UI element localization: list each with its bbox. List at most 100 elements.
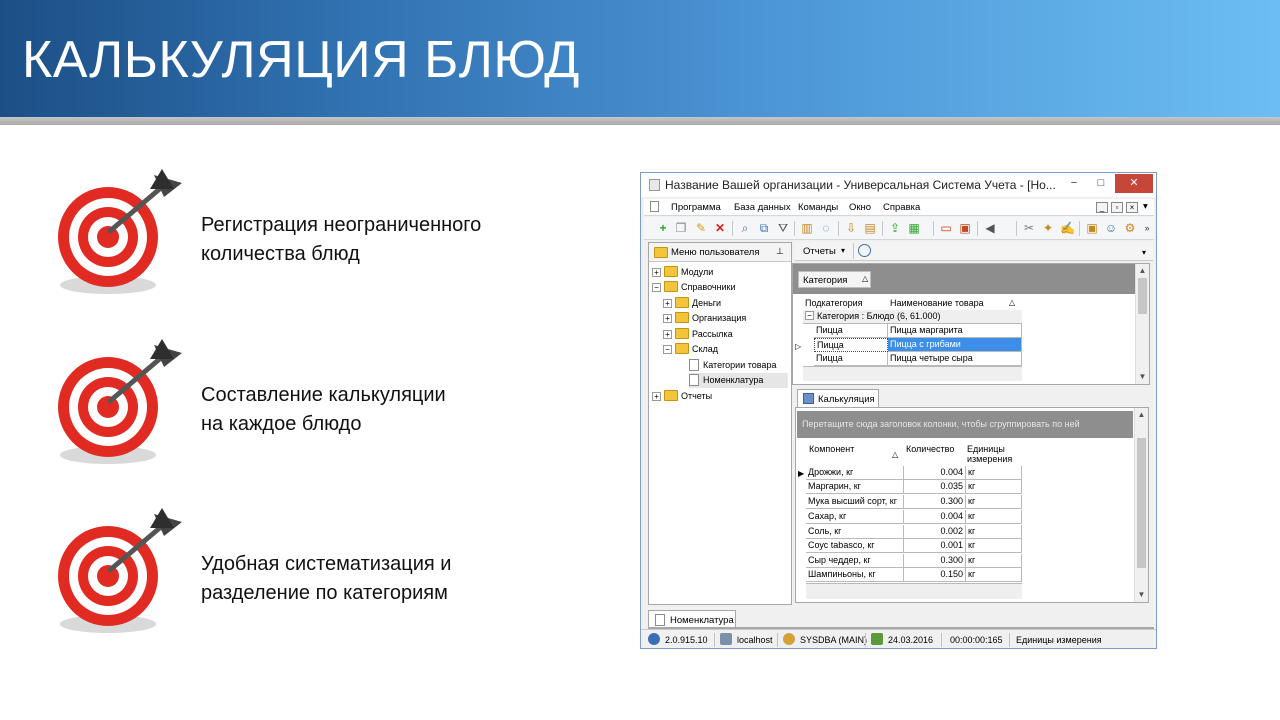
table-cell[interactable]: Маргарин, кг — [806, 480, 904, 494]
menu-help[interactable]: Справка — [883, 202, 920, 213]
chevron-down-icon[interactable]: ▾ — [841, 246, 845, 255]
reports-dropdown[interactable]: Отчеты — [803, 246, 836, 257]
tree-node-mailing[interactable]: + Рассылка — [663, 327, 788, 342]
column-header-subcategory[interactable]: Подкатегория — [805, 298, 863, 309]
table-cell[interactable]: 0.150 — [904, 568, 966, 582]
clock-icon[interactable] — [858, 244, 871, 257]
column-header-component[interactable]: Компонент — [809, 444, 854, 455]
filter-icon[interactable]: ⛛ — [776, 221, 790, 235]
add-icon[interactable]: + — [656, 221, 670, 235]
table-cell[interactable]: 0.002 — [904, 525, 966, 539]
mdi-restore-button[interactable]: ▫ — [1111, 202, 1123, 213]
expand-icon[interactable]: + — [663, 299, 672, 308]
comment-icon[interactable]: ◌ — [819, 221, 833, 235]
table-cell[interactable]: кг — [966, 510, 1022, 524]
tree-node-warehouse[interactable]: − Склад — [663, 342, 788, 357]
expand-icon[interactable]: + — [663, 314, 672, 323]
collapse-icon[interactable]: − — [652, 283, 661, 292]
scroll-up-icon[interactable]: ▲ — [1137, 410, 1146, 420]
collapse-icon[interactable]: − — [663, 345, 672, 354]
table-cell[interactable]: кг — [966, 539, 1022, 553]
table-cell[interactable]: 0.300 — [904, 495, 966, 509]
mdi-close-button[interactable]: × — [1126, 202, 1138, 213]
scroll-down-icon[interactable]: ▼ — [1138, 372, 1147, 382]
mdi-minimize-button[interactable]: _ — [1096, 202, 1108, 213]
window-list-icon[interactable]: ▣ — [958, 221, 972, 235]
tree-node-product-categories[interactable]: Категории товара — [689, 358, 788, 373]
tree-node-references[interactable]: − Справочники — [652, 280, 788, 295]
expand-icon[interactable]: + — [652, 268, 661, 277]
delete-icon[interactable]: ✕ — [713, 221, 727, 235]
pin-icon[interactable]: ⊥ — [776, 246, 784, 257]
table-cell[interactable]: кг — [966, 495, 1022, 509]
expand-icon[interactable]: + — [652, 392, 661, 401]
table-cell[interactable]: кг — [966, 466, 1022, 480]
table-cell[interactable]: 0.001 — [904, 539, 966, 553]
table-cell[interactable]: кг — [966, 568, 1022, 582]
column-header-units-line-2[interactable]: измерения — [967, 454, 1012, 465]
collapse-icon[interactable]: − — [805, 311, 814, 320]
table-cell[interactable]: кг — [966, 525, 1022, 539]
column-header-quantity[interactable]: Количество — [906, 444, 954, 455]
tree-node-organization[interactable]: + Организация — [663, 311, 788, 326]
table-cell[interactable]: Соус tabasco, кг — [806, 539, 904, 553]
table-cell[interactable]: Мука высший сорт, кг — [806, 495, 904, 509]
menu-database[interactable]: База данных — [734, 202, 791, 213]
tree-node-reports[interactable]: + Отчеты — [652, 389, 788, 404]
table-cell[interactable]: 0.004 — [904, 466, 966, 480]
tools-icon[interactable]: ✂ — [1022, 221, 1036, 235]
note-icon[interactable]: ✍ — [1060, 221, 1075, 235]
table-cell[interactable]: Сахар, кг — [806, 510, 904, 524]
scroll-down-icon[interactable]: ▼ — [1137, 590, 1146, 600]
table-cell[interactable]: 0.004 — [904, 510, 966, 524]
table-cell[interactable]: кг — [966, 554, 1022, 568]
panel-overflow-icon[interactable]: ▾ — [1142, 248, 1146, 257]
table-cell[interactable]: Пицца — [814, 324, 888, 338]
maximize-button[interactable]: □ — [1088, 174, 1114, 193]
tree-node-nomenclature[interactable]: Номенклатура — [689, 373, 788, 388]
users-icon[interactable]: ☺ — [1104, 221, 1118, 235]
copy-icon[interactable]: ❐ — [674, 221, 688, 235]
edit-icon[interactable]: ✎ — [694, 221, 708, 235]
tab-calculation[interactable]: Калькуляция — [797, 389, 879, 407]
search-icon[interactable]: ⌕ — [738, 221, 752, 235]
scrollbar-thumb[interactable] — [1137, 438, 1146, 568]
chart-icon[interactable]: ▥ — [800, 221, 814, 235]
wand-icon[interactable]: ✦ — [1041, 221, 1055, 235]
table-cell-selected[interactable]: Пицца с грибами — [888, 338, 1022, 352]
tab-nomenclature[interactable]: Номенклатура — [648, 610, 736, 628]
minimize-button[interactable]: − — [1061, 174, 1087, 193]
settings-icon[interactable]: ⚙ — [1123, 221, 1137, 235]
tree-node-money[interactable]: + Деньги — [663, 296, 788, 311]
group-drop-zone[interactable]: Перетащите сюда заголовок колонки, чтобы… — [797, 411, 1133, 438]
table-cell[interactable]: 0.035 — [904, 480, 966, 494]
toolbar-overflow-icon[interactable]: » — [1140, 221, 1154, 235]
table-cell[interactable]: Пицца — [814, 352, 888, 366]
clipboard-icon[interactable]: ▤ — [863, 221, 877, 235]
sound-icon[interactable]: ◀ — [983, 221, 997, 235]
close-button[interactable]: ✕ — [1115, 174, 1153, 193]
menu-overflow-icon[interactable]: ▾ — [1143, 201, 1148, 212]
vertical-scrollbar[interactable]: ▲ ▼ — [1135, 264, 1149, 384]
table-cell[interactable]: Сыр чеддер, кг — [806, 554, 904, 568]
lock-icon[interactable]: ▣ — [1085, 221, 1099, 235]
table-cell[interactable]: Дрожжи, кг — [806, 466, 904, 480]
find-next-icon[interactable]: ⧉ — [757, 221, 771, 235]
scroll-up-icon[interactable]: ▲ — [1138, 266, 1147, 276]
tree-node-modules[interactable]: + Модули — [652, 265, 788, 280]
menu-program[interactable]: Программа — [671, 202, 721, 213]
table-cell[interactable]: 0.300 — [904, 554, 966, 568]
table-cell[interactable]: кг — [966, 480, 1022, 494]
menu-window[interactable]: Окно — [849, 202, 871, 213]
group-row[interactable]: − Категория : Блюдо (6, 61.000) — [803, 310, 1022, 324]
vertical-scrollbar[interactable]: ▲ ▼ — [1134, 408, 1148, 602]
table-cell[interactable]: Шампиньоны, кг — [806, 568, 904, 582]
expand-icon[interactable]: + — [663, 330, 672, 339]
column-header-product-name[interactable]: Наименование товара — [890, 298, 984, 309]
table-cell[interactable]: Пицца — [814, 338, 888, 352]
export-icon[interactable]: ⇪ — [888, 221, 902, 235]
import-icon[interactable]: ⇩ — [844, 221, 858, 235]
menu-commands[interactable]: Команды — [798, 202, 838, 213]
table-cell[interactable]: Пицца маргарита — [888, 324, 1022, 338]
group-category-button[interactable]: Категория △ — [798, 271, 871, 288]
